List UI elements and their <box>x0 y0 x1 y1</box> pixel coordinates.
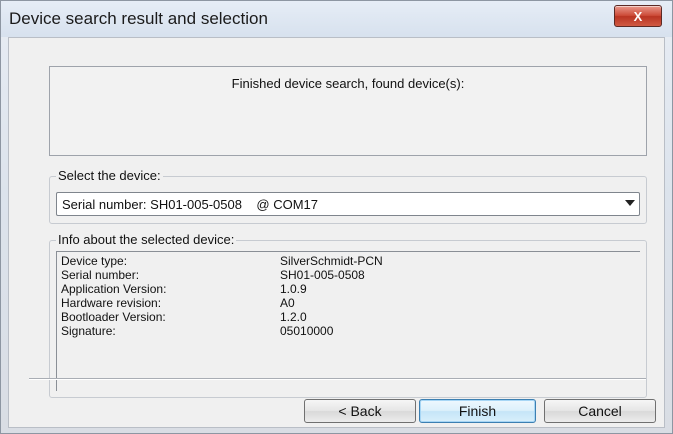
finish-button[interactable]: Finish <box>419 399 536 423</box>
dialog-client-area: Finished device search, found device(s):… <box>8 37 665 428</box>
device-info-panel: Device type: SilverSchmidt-PCN Serial nu… <box>56 251 640 391</box>
device-info-label: Info about the selected device: <box>56 232 237 247</box>
chevron-down-icon[interactable] <box>625 200 635 206</box>
info-key: Signature: <box>61 324 116 338</box>
device-select-dropdown[interactable]: Serial number: SH01-005-0508 @ COM17 <box>56 192 640 216</box>
cancel-button[interactable]: Cancel <box>544 399 656 423</box>
info-key: Application Version: <box>61 282 167 296</box>
info-value: A0 <box>280 296 295 310</box>
title-bar: Device search result and selection X <box>1 1 672 37</box>
search-result-message: Finished device search, found device(s): <box>231 76 465 91</box>
message-box: Finished device search, found device(s): <box>49 66 647 156</box>
info-key: Bootloader Version: <box>61 310 166 324</box>
window-title: Device search result and selection <box>9 9 268 28</box>
close-button[interactable]: X <box>614 5 662 27</box>
device-info-group: Info about the selected device: Device t… <box>49 232 647 398</box>
divider <box>29 378 646 380</box>
info-key: Hardware revision: <box>61 296 162 310</box>
dialog-window: Device search result and selection X Fin… <box>0 0 673 434</box>
info-value: 1.0.9 <box>280 282 307 296</box>
close-icon: X <box>633 8 643 24</box>
info-value: 05010000 <box>280 324 334 338</box>
info-value: SilverSchmidt-PCN <box>280 254 383 268</box>
info-value: 1.2.0 <box>280 310 307 324</box>
device-select-value: Serial number: SH01-005-0508 @ COM17 <box>62 197 318 212</box>
device-select-group: Select the device: Serial number: SH01-0… <box>49 168 647 224</box>
info-value: SH01-005-0508 <box>280 268 365 282</box>
info-key: Device type: <box>61 254 128 268</box>
info-key: Serial number: <box>61 268 140 282</box>
device-select-label: Select the device: <box>56 168 163 183</box>
back-button[interactable]: < Back <box>304 399 416 423</box>
